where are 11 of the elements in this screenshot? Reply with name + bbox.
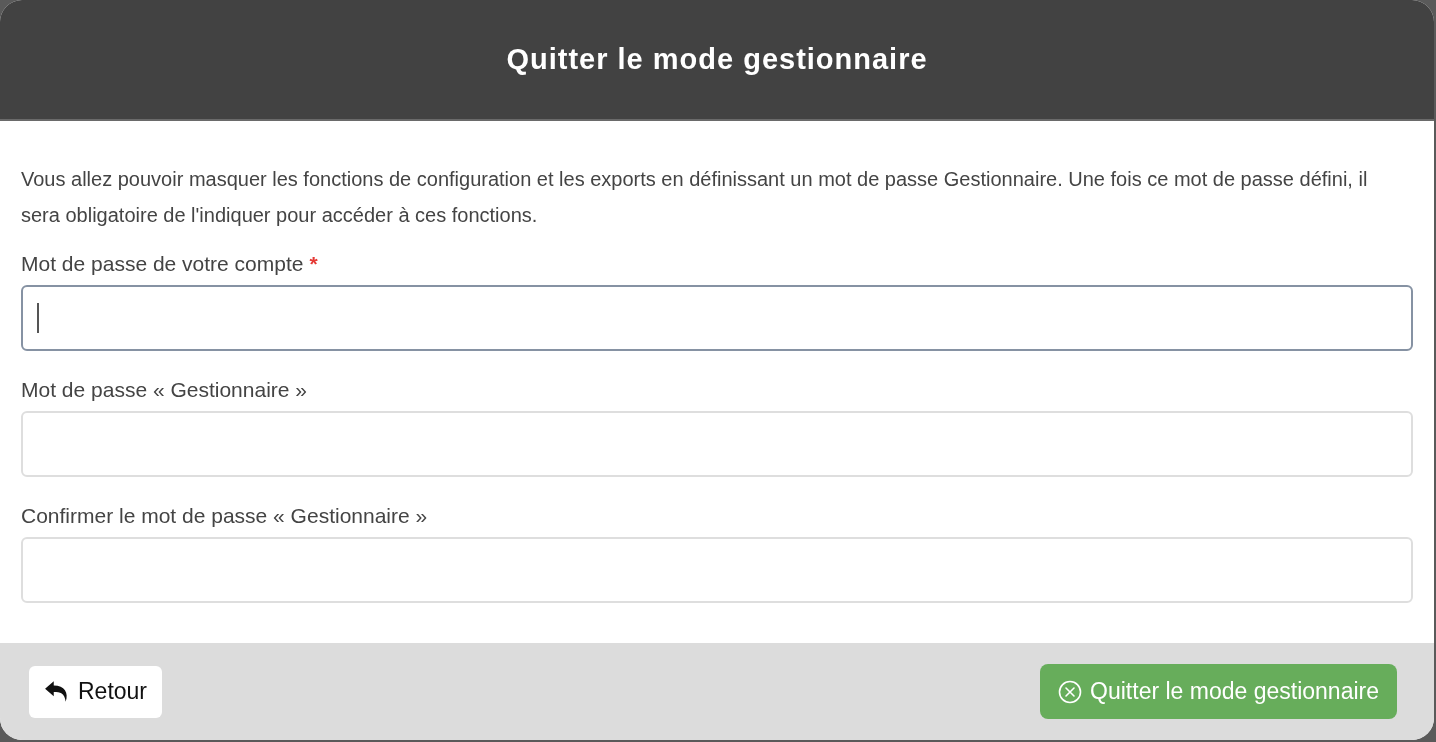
back-button[interactable]: Retour	[29, 665, 163, 718]
field-label: Confirmer le mot de passe « Gestionnaire »	[21, 503, 428, 529]
intro-text: Vous allez pouvoir masquer les fonctions de configuration et les exports en définissant un mot de passe Gestionnaire. Une fois ce mot de passe défini, il sera obligatoire de l'indiquer pour accéder à ces fonctions.	[21, 167, 1369, 228]
reply-arrow-icon	[44, 679, 70, 704]
close-circle-icon	[1058, 679, 1083, 704]
text-cursor	[37, 303, 39, 333]
field-label: Mot de passe de votre compte	[21, 251, 304, 277]
field-label: Mot de passe « Gestionnaire »	[21, 377, 307, 403]
required-mark: *	[309, 251, 318, 277]
dialog-title: Quitter le mode gestionnaire	[506, 41, 928, 77]
password-field[interactable]	[21, 285, 1413, 351]
